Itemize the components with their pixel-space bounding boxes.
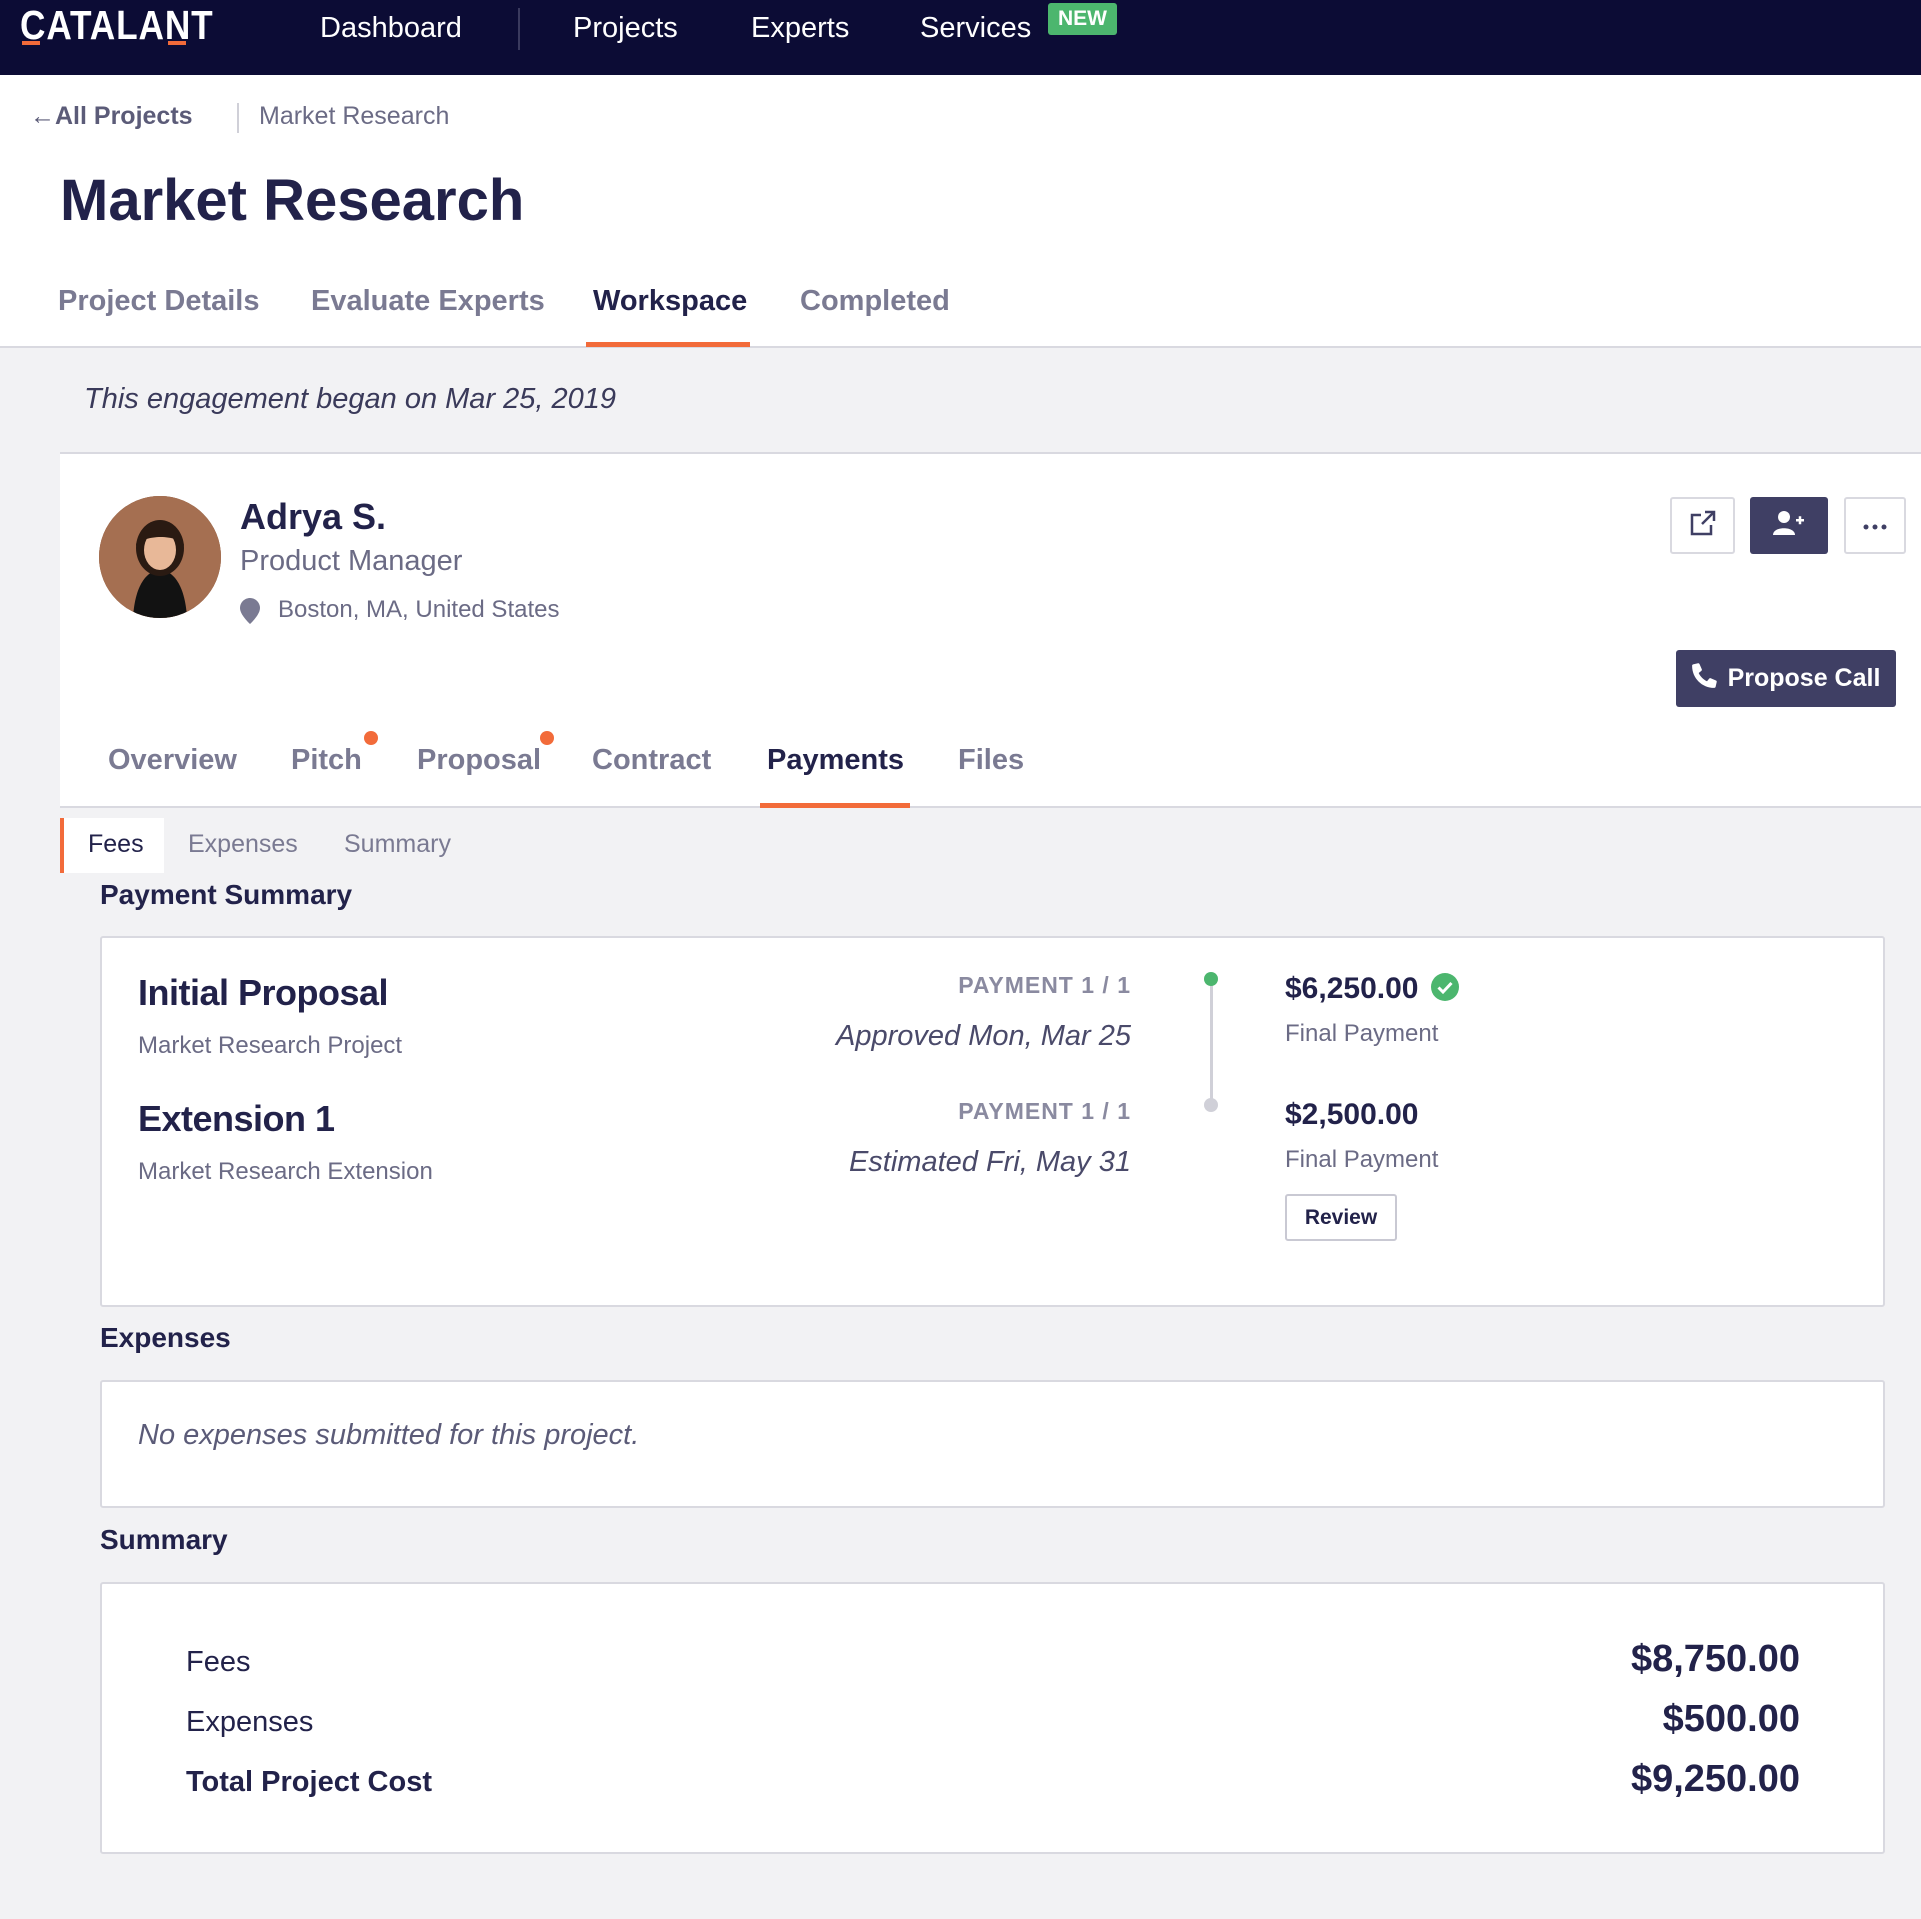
propose-call-button[interactable]: Propose Call bbox=[1676, 650, 1896, 707]
timeline-dot-pending bbox=[1204, 1098, 1218, 1112]
logo-accent bbox=[22, 41, 40, 45]
nav-experts[interactable]: Experts bbox=[751, 12, 849, 45]
payment-item-date: Approved Mon, Mar 25 bbox=[836, 1020, 1131, 1052]
summary-title: Summary bbox=[100, 1524, 228, 1555]
tab-proposal[interactable]: Proposal bbox=[417, 744, 541, 777]
page-title: Market Research bbox=[60, 168, 525, 233]
add-user-button[interactable] bbox=[1750, 497, 1828, 554]
tab-project-details[interactable]: Project Details bbox=[58, 285, 259, 318]
tab-overview[interactable]: Overview bbox=[108, 744, 237, 777]
payment-amount-value: $6,250.00 bbox=[1285, 972, 1419, 1005]
notification-dot bbox=[540, 731, 554, 745]
arrow-left-icon: ← bbox=[30, 102, 55, 130]
review-button[interactable]: Review bbox=[1285, 1194, 1397, 1241]
payment-item-label: PAYMENT 1 / 1 bbox=[958, 1098, 1131, 1124]
payment-summary-title: Payment Summary bbox=[100, 879, 353, 910]
external-link-icon bbox=[1689, 509, 1717, 542]
expert-location: Boston, MA, United States bbox=[278, 596, 560, 623]
tab-summary[interactable]: Summary bbox=[344, 830, 451, 859]
payment-item-label: PAYMENT 1 / 1 bbox=[958, 972, 1131, 998]
user-plus-icon bbox=[1773, 510, 1805, 541]
nav-dashboard[interactable]: Dashboard bbox=[320, 12, 462, 45]
more-options-button[interactable] bbox=[1844, 497, 1906, 554]
ellipsis-icon bbox=[1863, 517, 1887, 535]
timeline-dot-complete bbox=[1204, 972, 1218, 986]
payment-item-date: Estimated Fri, May 31 bbox=[848, 1146, 1131, 1178]
tab-evaluate-experts[interactable]: Evaluate Experts bbox=[311, 285, 545, 318]
notification-dot bbox=[364, 731, 378, 745]
logo-accent bbox=[168, 41, 186, 45]
nav-services[interactable]: Services bbox=[920, 12, 1031, 45]
expenses-panel: No expenses submitted for this project. bbox=[100, 1380, 1885, 1508]
payment-summary-panel: Initial Proposal Market Research Project… bbox=[100, 936, 1885, 1307]
summary-total-label: Total Project Cost bbox=[186, 1766, 432, 1798]
tab-workspace[interactable]: Workspace bbox=[593, 285, 747, 318]
tab-fees[interactable]: Fees bbox=[88, 830, 144, 859]
engagement-note: This engagement began on Mar 25, 2019 bbox=[84, 383, 617, 415]
payment-item-title: Extension 1 bbox=[138, 1098, 335, 1139]
summary-fees-label: Fees bbox=[186, 1646, 251, 1678]
expert-card: Adrya S. Product Manager Boston, MA, Uni… bbox=[60, 452, 1921, 808]
summary-fees-value: $8,750.00 bbox=[1630, 1638, 1800, 1680]
tab-payments[interactable]: Payments bbox=[767, 744, 904, 777]
breadcrumb-current: Market Research bbox=[259, 102, 450, 130]
payment-item-title: Initial Proposal bbox=[138, 972, 389, 1013]
empty-expenses-message: No expenses submitted for this project. bbox=[138, 1419, 640, 1451]
expert-name[interactable]: Adrya S. bbox=[240, 496, 386, 538]
nav-divider bbox=[518, 8, 520, 50]
check-circle-icon bbox=[1430, 973, 1459, 1009]
expenses-title: Expenses bbox=[100, 1322, 231, 1353]
location-pin-icon bbox=[240, 598, 260, 629]
payment-item-type: Final Payment bbox=[1285, 1020, 1439, 1047]
tab-files[interactable]: Files bbox=[958, 744, 1024, 777]
tab-contract[interactable]: Contract bbox=[592, 744, 711, 777]
breadcrumb-back-link[interactable]: ←All Projects bbox=[30, 102, 193, 131]
propose-call-label: Propose Call bbox=[1727, 664, 1881, 692]
breadcrumb-back-label: All Projects bbox=[55, 102, 193, 130]
payment-item-amount: $2,500.00 bbox=[1285, 1098, 1419, 1131]
nav-projects[interactable]: Projects bbox=[573, 12, 678, 45]
payment-timeline bbox=[1210, 984, 1213, 1110]
project-header: ←All Projects Market Research Market Res… bbox=[0, 75, 1921, 348]
summary-expenses-label: Expenses bbox=[186, 1706, 314, 1738]
summary-total-value: $9,250.00 bbox=[1630, 1758, 1800, 1800]
open-profile-button[interactable] bbox=[1670, 497, 1735, 554]
tab-pitch[interactable]: Pitch bbox=[291, 744, 362, 777]
summary-panel: Fees $8,750.00 Expenses $500.00 Total Pr… bbox=[100, 1582, 1885, 1854]
avatar bbox=[99, 496, 221, 618]
active-tab-indicator bbox=[586, 342, 750, 347]
tab-completed[interactable]: Completed bbox=[800, 285, 950, 318]
phone-icon bbox=[1691, 662, 1718, 695]
payment-item-type: Final Payment bbox=[1285, 1146, 1439, 1173]
payment-item-subtitle: Market Research Extension bbox=[138, 1158, 433, 1185]
payment-item-subtitle: Market Research Project bbox=[138, 1032, 403, 1059]
active-tab-indicator bbox=[760, 803, 910, 808]
breadcrumb-separator bbox=[237, 103, 239, 133]
top-navigation: CATALANT Dashboard Projects Experts Serv… bbox=[0, 0, 1921, 75]
tab-expenses[interactable]: Expenses bbox=[188, 830, 298, 859]
payment-item-amount: $6,250.00 bbox=[1285, 972, 1459, 1009]
new-badge: NEW bbox=[1048, 3, 1117, 35]
expert-role: Product Manager bbox=[240, 545, 463, 577]
summary-expenses-value: $500.00 bbox=[1662, 1698, 1800, 1740]
